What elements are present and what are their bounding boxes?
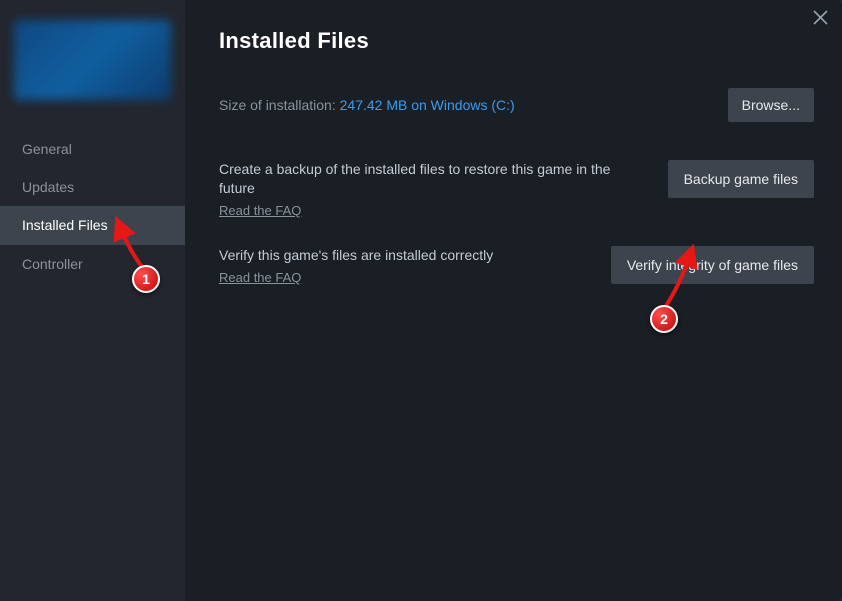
backup-row: Create a backup of the installed files t… [219, 160, 814, 220]
install-size-row: Size of installation: 247.42 MB on Windo… [219, 88, 814, 122]
sidebar-item-general[interactable]: General [0, 130, 185, 168]
backup-description: Create a backup of the installed files t… [219, 160, 648, 198]
verify-text-block: Verify this game's files are installed c… [219, 246, 493, 287]
close-icon [813, 10, 828, 25]
install-location-link[interactable]: 247.42 MB on Windows (C:) [340, 97, 515, 113]
backup-button[interactable]: Backup game files [668, 160, 814, 198]
content-pane: Installed Files Size of installation: 24… [185, 0, 842, 601]
sidebar: General Updates Installed Files Controll… [0, 0, 185, 601]
install-size-text: Size of installation: 247.42 MB on Windo… [219, 97, 515, 113]
verify-button[interactable]: Verify integrity of game files [611, 246, 814, 284]
backup-faq-link[interactable]: Read the FAQ [219, 203, 301, 218]
sidebar-nav: General Updates Installed Files Controll… [0, 130, 185, 283]
install-size-prefix: Size of installation: [219, 97, 340, 113]
sidebar-item-installed-files[interactable]: Installed Files [0, 206, 185, 244]
verify-row: Verify this game's files are installed c… [219, 246, 814, 287]
sidebar-item-updates[interactable]: Updates [0, 168, 185, 206]
browse-button[interactable]: Browse... [728, 88, 814, 122]
properties-window: General Updates Installed Files Controll… [0, 0, 842, 601]
verify-faq-link[interactable]: Read the FAQ [219, 270, 301, 285]
page-title: Installed Files [219, 28, 814, 54]
verify-description: Verify this game's files are installed c… [219, 246, 493, 265]
close-button[interactable] [813, 10, 828, 25]
game-header-image [14, 20, 171, 100]
backup-text-block: Create a backup of the installed files t… [219, 160, 648, 220]
sidebar-item-controller[interactable]: Controller [0, 245, 185, 283]
